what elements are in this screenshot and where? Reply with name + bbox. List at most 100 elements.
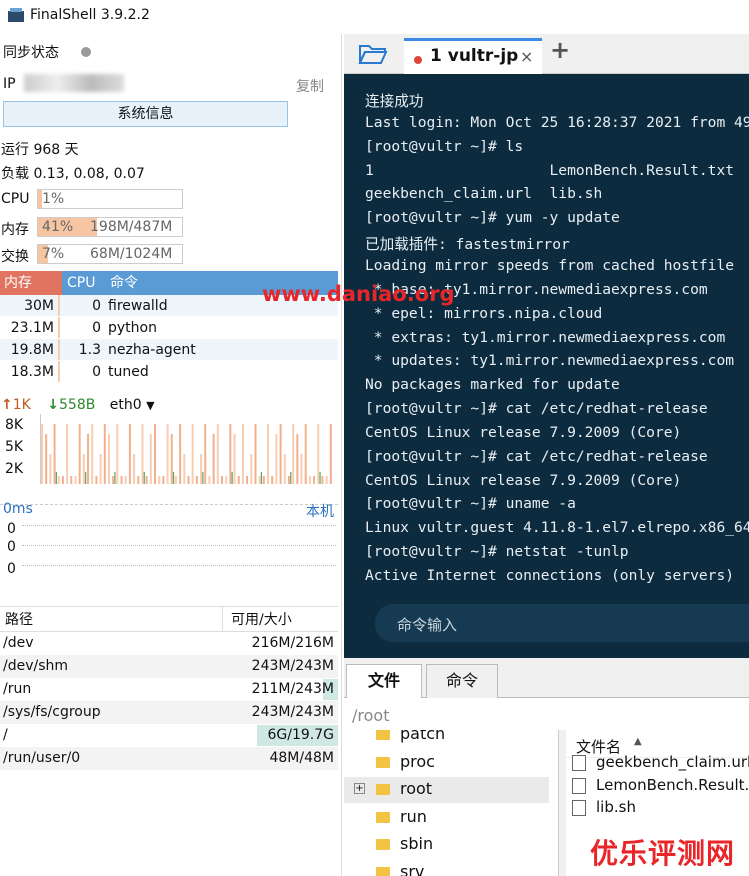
terminal-line: * epel: mirrors.nipa.cloud [365, 304, 603, 322]
command-header[interactable]: 命令 [106, 271, 138, 295]
terminal-line: 连接成功 [365, 93, 424, 110]
disk-row[interactable]: /dev/shm 243M/243M [0, 655, 338, 678]
tab-files[interactable]: 文件 [346, 664, 422, 698]
terminal-line: 1 LemonBench.Result.txt [365, 161, 735, 179]
process-mem: 23.1M [0, 317, 60, 338]
folder-open-icon[interactable] [358, 42, 388, 66]
traffic-bar [258, 476, 261, 484]
disk-size: 6G/19.7G [222, 724, 338, 747]
copy-ip-button[interactable]: 复制 [296, 76, 324, 96]
terminal-line: [root@vultr ~]# ls [365, 137, 524, 155]
terminal-line: Linux vultr.guest 4.11.8-1.el7.elrepo.x8… [365, 519, 749, 537]
monitor-panel: 同步状态 IP 复制 系统信息 运行 968 天 负载 0.13, 0.08, … [0, 34, 342, 876]
traffic-bar [49, 454, 52, 484]
tree-item-label: srv [400, 861, 425, 876]
disk-path: /run [3, 681, 32, 697]
path-header[interactable]: 路径 [0, 607, 222, 631]
traffic-bar [128, 424, 131, 484]
disk-row[interactable]: /dev 216M/216M [0, 632, 338, 655]
disk-row[interactable]: / 6G/19.7G [0, 724, 338, 747]
process-row[interactable]: 18.3M 0 tuned [0, 361, 338, 383]
terminal-line: [root@vultr ~]# cat /etc/redhat-release [365, 447, 708, 465]
command-input[interactable]: 命令输入 [375, 604, 749, 642]
disk-size-text: 243M/243M [251, 704, 334, 720]
process-cpu: 1.3 [78, 342, 101, 358]
tree-item-sbin[interactable]: sbin [344, 832, 549, 858]
tree-item-run[interactable]: run [344, 805, 549, 831]
traffic-bar [267, 424, 270, 484]
traffic-bar [141, 424, 144, 484]
terminal[interactable]: 连接成功 Last login: Mon Oct 25 16:28:37 2021… [344, 74, 749, 658]
disk-row[interactable]: /sys/fs/cgroup 243M/243M [0, 701, 338, 724]
traffic-bar [53, 424, 56, 484]
close-icon[interactable]: × [520, 47, 533, 66]
download-bar [319, 472, 321, 484]
disk-row[interactable]: /run/user/0 48M/48M [0, 747, 338, 770]
directory-tree: patch proc + root run sbin srv [344, 730, 559, 876]
memory-label: 内存 [1, 222, 29, 238]
traffic-bar [120, 476, 123, 484]
interface-select[interactable]: eth0 ▼ [110, 397, 155, 413]
tab-commands[interactable]: 命令 [426, 664, 498, 698]
download-bar [114, 472, 116, 484]
download-bar [85, 472, 87, 484]
tree-item-label: sbin [400, 834, 434, 853]
disk-row[interactable]: /run 211M/243M [0, 678, 338, 701]
traffic-bar [308, 476, 311, 484]
tree-item-proc[interactable]: proc [344, 750, 549, 776]
tree-item-root[interactable]: + root [344, 777, 549, 803]
download-bar [290, 472, 292, 484]
file-row[interactable]: LemonBench.Result.txt [566, 775, 749, 797]
chevron-down-icon: ▼ [146, 399, 155, 412]
session-tab-bar: 1 vultr-jp × + [344, 34, 749, 74]
terminal-line: [root@vultr ~]# yum -y update [365, 209, 620, 227]
system-info-button[interactable]: 系统信息 [3, 101, 288, 127]
file-row[interactable]: geekbench_claim.url [566, 752, 749, 774]
traffic-bar [246, 476, 249, 484]
tree-item-patch[interactable]: patch [344, 730, 549, 748]
traffic-bar [283, 454, 286, 484]
title-bar: FinalShell 3.9.2.2 [0, 0, 749, 34]
traffic-bar [133, 454, 136, 484]
download-bar [231, 472, 233, 484]
traffic-bar [254, 424, 257, 484]
traffic-bar [300, 454, 303, 484]
disk-size-text: 216M/216M [251, 635, 334, 651]
disk-size: 48M/48M [222, 747, 338, 770]
folder-icon [376, 866, 390, 876]
disk-size: 211M/243M [222, 678, 338, 701]
sort-cpu-header[interactable]: CPU [62, 271, 106, 295]
traffic-bar [45, 434, 48, 484]
process-cpu: 0 [92, 320, 101, 336]
memory-detail: 198M/487M [90, 219, 173, 235]
download-bar [202, 472, 204, 484]
disk-path: /dev [3, 635, 34, 651]
add-tab-icon[interactable]: + [550, 36, 570, 64]
file-row[interactable]: lib.sh [566, 797, 749, 819]
splitter[interactable] [559, 730, 566, 876]
traffic-bar [191, 424, 194, 484]
process-mem: 18.3M [0, 361, 60, 382]
cpu-usage-bar: 1% [37, 189, 183, 209]
tree-item-srv[interactable]: srv [344, 860, 549, 876]
sort-memory-header[interactable]: 内存 [0, 271, 62, 295]
app-icon [8, 8, 24, 22]
net-tick-8k: 8K [5, 417, 24, 433]
download-bar [172, 472, 175, 484]
path-bar[interactable]: /root [344, 700, 749, 730]
expand-icon[interactable]: + [354, 783, 365, 794]
process-row[interactable]: 23.1M 0 python [0, 317, 338, 339]
tab-vultr-jp[interactable]: 1 vultr-jp × [404, 38, 542, 74]
latency-target[interactable]: 本机 [306, 501, 334, 521]
download-arrow-icon: ↓ [47, 397, 60, 413]
app-title: FinalShell 3.9.2.2 [30, 7, 150, 23]
size-header[interactable]: 可用/大小 [222, 607, 338, 631]
net-tick-5k: 5K [5, 439, 24, 455]
traffic-bar [237, 476, 240, 484]
process-row[interactable]: 19.8M 1.3 nezha-agent [0, 339, 338, 361]
cpu-percent: 1% [42, 191, 65, 207]
traffic-bar [99, 454, 102, 484]
tree-item-label: proc [400, 751, 435, 771]
disk-size: 216M/216M [222, 632, 338, 655]
swap-detail: 68M/1024M [90, 246, 173, 262]
